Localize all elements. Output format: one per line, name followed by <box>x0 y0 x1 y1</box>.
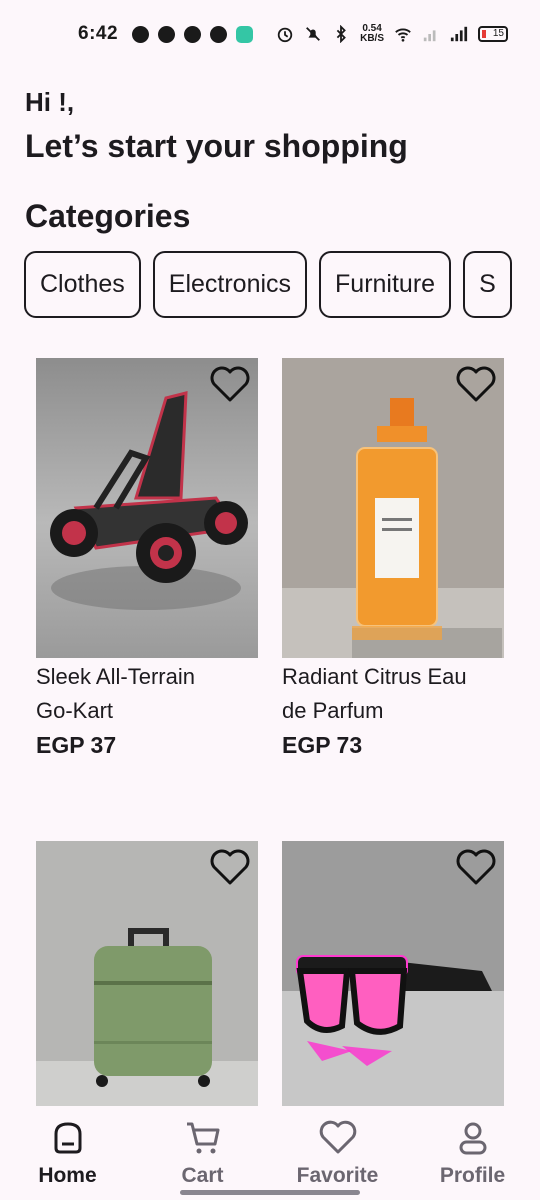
battery-icon: 15 <box>478 26 508 42</box>
product-name: Radiant Citrus Eau de Parfum <box>282 660 504 728</box>
category-chip-partial[interactable]: S <box>463 251 512 318</box>
category-chips[interactable]: Clothes Electronics Furniture S <box>24 251 516 319</box>
app-screen: 6:42 0.54 KB/S 15 Hi !, Let’s start your… <box>0 0 540 1200</box>
home-icon <box>54 1122 81 1154</box>
status-bar: 6:42 0.54 KB/S 15 <box>0 0 540 68</box>
alarm-icon <box>277 27 293 43</box>
favorite-heart-icon[interactable] <box>454 847 498 887</box>
product-name-line-2: de Parfum <box>282 698 384 723</box>
nav-favorite-label: Favorite <box>296 1164 379 1187</box>
greeting-hi: Hi !, <box>25 87 75 117</box>
favorite-heart-icon[interactable] <box>454 364 498 404</box>
greeting: Hi !, Let’s start your shopping <box>25 86 408 166</box>
wifi-icon <box>395 28 411 42</box>
system-icons: 0.54 KB/S 15 <box>276 24 508 44</box>
nav-favorite[interactable]: Favorite <box>270 1106 405 1200</box>
product-image-go-kart[interactable] <box>36 358 258 658</box>
product-price: EGP 37 <box>36 732 117 758</box>
product-image-suitcase[interactable] <box>36 841 258 1106</box>
product-image-perfume[interactable] <box>282 358 504 658</box>
nav-home[interactable]: Home <box>0 1106 135 1200</box>
nav-profile[interactable]: Profile <box>405 1106 540 1200</box>
github-icon <box>184 25 202 43</box>
chat-icon <box>158 25 176 43</box>
nav-home-label: Home <box>38 1164 97 1187</box>
product-price: EGP 73 <box>282 732 363 758</box>
category-chip-electronics[interactable]: Electronics <box>152 251 308 318</box>
product-name-line-1: Sleek All-Terrain <box>36 664 195 689</box>
categories-title: Categories <box>25 198 191 234</box>
cart-icon <box>186 1122 219 1154</box>
product-name-line-1: Radiant Citrus Eau <box>282 664 467 689</box>
product-image-sunglasses[interactable] <box>282 841 504 1106</box>
product-card[interactable]: Radiant Citrus Eau de Parfum EGP 73 <box>282 358 504 762</box>
favorite-heart-icon[interactable] <box>208 364 252 404</box>
nav-profile-label: Profile <box>439 1164 506 1187</box>
signal-icon <box>450 26 468 42</box>
signal-weak-icon <box>423 30 436 42</box>
category-chip-furniture[interactable]: Furniture <box>319 251 452 318</box>
status-time: 6:42 <box>78 23 119 44</box>
gesture-home-indicator[interactable] <box>180 1190 360 1195</box>
product-card[interactable] <box>282 841 504 1106</box>
app-notification-icon <box>236 25 254 43</box>
product-card[interactable]: Sleek All-Terrain Go-Kart EGP 37 <box>36 358 258 762</box>
product-name-line-2: Go-Kart <box>36 698 114 723</box>
product-name: Sleek All-Terrain Go-Kart <box>36 660 258 728</box>
favorite-heart-icon[interactable] <box>208 847 252 887</box>
hand-icon <box>210 25 228 43</box>
greeting-subtitle: Let’s start your shopping <box>25 128 408 164</box>
heart-icon <box>319 1120 356 1154</box>
nav-cart[interactable]: Cart <box>135 1106 270 1200</box>
bluetooth-icon <box>336 25 346 43</box>
network-speed: 0.54 KB/S <box>360 24 384 44</box>
bottom-navigation: Home Cart Favorite Profile <box>0 1106 540 1200</box>
notification-icons <box>132 25 254 43</box>
whatsapp-icon <box>132 25 150 43</box>
mute-icon <box>306 27 321 41</box>
category-chip-clothes[interactable]: Clothes <box>24 251 141 318</box>
product-card[interactable] <box>36 841 258 1106</box>
nav-cart-label: Cart <box>181 1164 224 1187</box>
network-speed-unit: KB/S <box>360 33 384 44</box>
profile-icon <box>459 1122 486 1155</box>
